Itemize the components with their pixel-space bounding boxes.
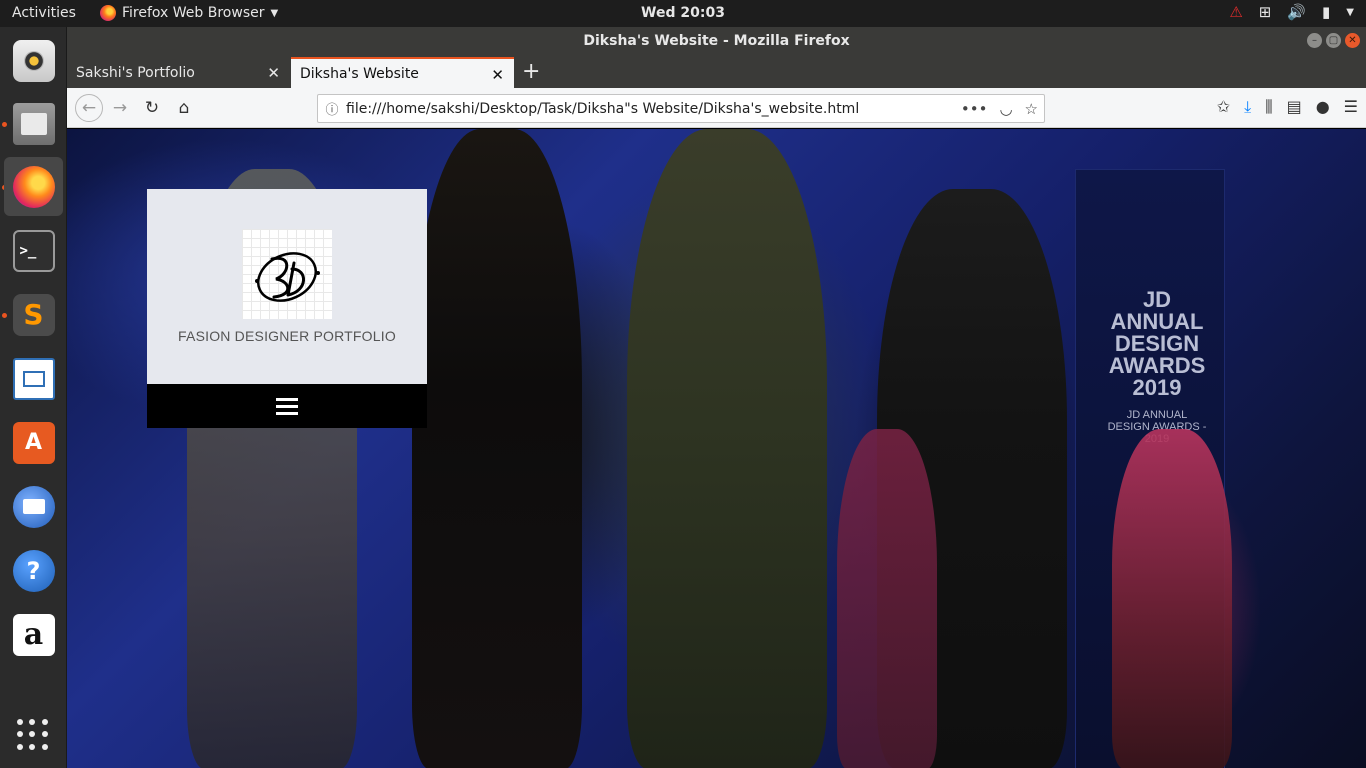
software-center-icon: A <box>12 421 55 464</box>
back-button[interactable]: ← <box>75 94 103 122</box>
activities-button[interactable]: Activities <box>12 5 76 21</box>
url-text[interactable]: file:///home/sakshi/Desktop/Task/Diksha"… <box>346 101 961 117</box>
tab-label: Diksha's Website <box>300 65 419 82</box>
close-window-button[interactable]: ✕ <box>1345 33 1360 48</box>
tab-sakshis-portfolio[interactable]: Sakshi's Portfolio ✕ <box>67 57 290 88</box>
home-button[interactable]: ⌂ <box>172 96 196 120</box>
url-bar[interactable]: ⓘ file:///home/sakshi/Desktop/Task/Diksh… <box>317 94 1045 123</box>
system-tray[interactable]: ⚠ ⊞ 🔊 ▮ ▼ <box>1229 3 1354 21</box>
dock-sublime-text[interactable]: S <box>4 285 63 344</box>
download-icon[interactable]: ⤓ <box>1244 97 1251 117</box>
sidebar-icon[interactable]: ▤ <box>1287 97 1302 117</box>
firefox-icon <box>100 5 116 21</box>
show-applications-icon[interactable] <box>17 719 49 751</box>
chevron-down-icon[interactable]: ▼ <box>1346 7 1354 18</box>
chevron-down-icon: ▼ <box>270 7 279 19</box>
hamburger-icon[interactable] <box>276 397 298 415</box>
bookmark-star-icon[interactable]: ☆ <box>1025 100 1038 118</box>
app-menu[interactable]: Firefox Web Browser ▼ <box>100 5 278 21</box>
dock-help[interactable]: ? <box>4 541 63 600</box>
info-icon[interactable]: ⓘ <box>318 99 346 118</box>
close-tab-icon[interactable]: ✕ <box>267 64 280 82</box>
hamburger-menu-icon[interactable]: ☰ <box>1344 97 1358 117</box>
site-tagline: FASION DESIGNER PORTFOLIO <box>178 328 396 344</box>
model-figure <box>412 129 582 768</box>
dock-files[interactable] <box>4 94 63 153</box>
minimize-button[interactable]: – <box>1307 33 1322 48</box>
page-actions-icon[interactable]: ••• <box>961 100 988 118</box>
model-figure <box>627 129 827 768</box>
network-icon[interactable]: ⊞ <box>1259 3 1272 21</box>
logo[interactable] <box>242 229 332 319</box>
window-title: Diksha's Website - Mozilla Firefox <box>583 33 850 49</box>
page-viewport: JD ANNUAL DESIGN AWARDS 2019 JD ANNUAL D… <box>67 129 1366 768</box>
backdrop-title: JD ANNUAL DESIGN AWARDS 2019 <box>1108 287 1206 400</box>
bookmarks-menu-icon[interactable]: ✩ <box>1217 97 1230 117</box>
volume-icon[interactable]: 🔊 <box>1287 3 1306 21</box>
forward-button[interactable]: → <box>108 96 132 120</box>
dock-rhythmbox[interactable] <box>4 31 63 90</box>
reload-button[interactable]: ↻ <box>140 96 164 120</box>
help-icon: ? <box>12 549 55 592</box>
close-tab-icon[interactable]: ✕ <box>491 66 504 84</box>
model-figure <box>837 429 937 768</box>
dock-thunderbird[interactable] <box>4 477 63 536</box>
warning-icon[interactable]: ⚠ <box>1229 3 1242 21</box>
monogram-logo-icon <box>255 252 320 302</box>
window-titlebar[interactable]: Diksha's Website - Mozilla Firefox – ▢ ✕ <box>67 27 1366 55</box>
amazon-icon: a <box>12 613 55 656</box>
model-figure <box>1112 429 1232 768</box>
rhythmbox-icon <box>12 39 55 82</box>
firefox-icon <box>12 165 55 208</box>
dock: >_ S A ? a <box>0 27 67 768</box>
new-tab-button[interactable]: + <box>522 59 540 84</box>
dock-firefox[interactable] <box>4 157 63 216</box>
writer-icon <box>12 357 55 400</box>
account-icon[interactable]: ● <box>1316 97 1330 117</box>
tab-strip: Sakshi's Portfolio ✕ Diksha's Website ✕ … <box>67 55 1366 88</box>
dock-ubuntu-software[interactable]: A <box>4 413 63 472</box>
dock-libreoffice-writer[interactable] <box>4 349 63 408</box>
thunderbird-icon <box>12 485 55 528</box>
app-menu-label: Firefox Web Browser <box>122 5 265 21</box>
terminal-icon: >_ <box>12 229 55 272</box>
tab-dikshas-website[interactable]: Diksha's Website ✕ <box>291 57 514 88</box>
library-icon[interactable]: ⫼ <box>1265 97 1272 117</box>
gnome-top-bar: Activities Firefox Web Browser ▼ Wed 20:… <box>0 0 1366 27</box>
pocket-icon[interactable]: ◡ <box>999 100 1012 118</box>
sublime-text-icon: S <box>12 293 55 336</box>
navigation-toolbar: ← → ↻ ⌂ ⓘ file:///home/sakshi/Desktop/Ta… <box>67 88 1366 128</box>
maximize-button[interactable]: ▢ <box>1326 33 1341 48</box>
tab-label: Sakshi's Portfolio <box>76 64 195 81</box>
battery-icon[interactable]: ▮ <box>1322 3 1330 21</box>
dock-terminal[interactable]: >_ <box>4 221 63 280</box>
dock-amazon[interactable]: a <box>4 605 63 664</box>
files-icon <box>12 102 55 145</box>
menu-toggle-bar[interactable] <box>147 384 427 428</box>
logo-card[interactable]: FASION DESIGNER PORTFOLIO <box>147 189 427 384</box>
